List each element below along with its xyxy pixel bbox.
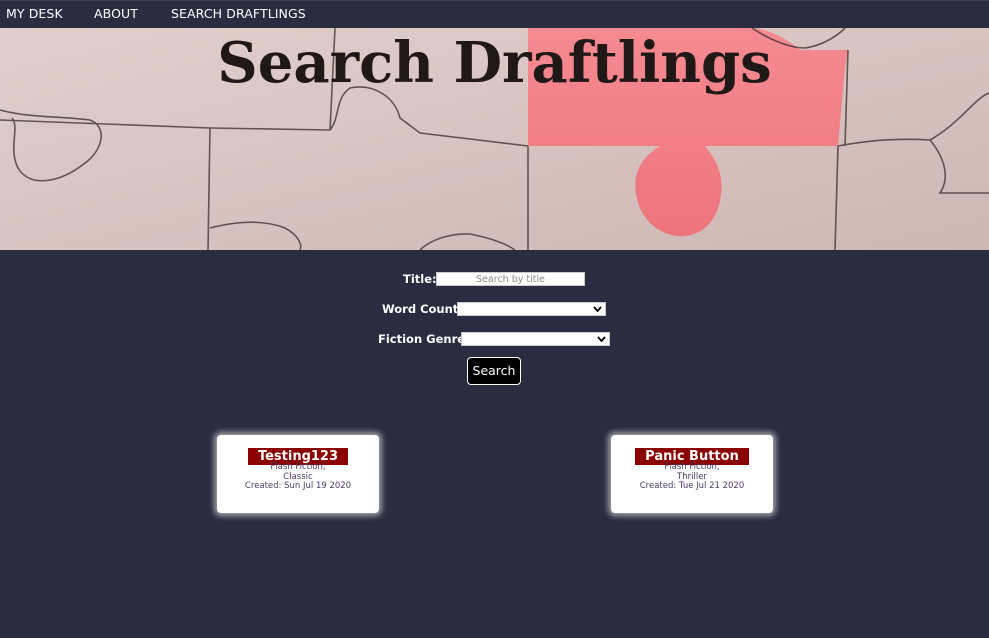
title-row: Title: xyxy=(0,272,989,290)
title-search-input[interactable] xyxy=(436,272,585,286)
chevron-down-icon xyxy=(597,336,606,343)
card-genre-line: Flash Fiction, xyxy=(270,462,326,472)
hero-banner: Search Draftlings xyxy=(0,28,989,250)
page-title: Search Draftlings xyxy=(217,30,772,96)
word-count-label: Word Count: xyxy=(382,302,463,316)
word-count-row: Word Count: xyxy=(0,302,989,320)
title-label: Title: xyxy=(403,272,437,286)
nav-link-my-desk[interactable]: MY DESK xyxy=(6,6,63,21)
nav-link-about[interactable]: ABOUT xyxy=(94,6,138,21)
card-created-date: Created: Tue Jul 21 2020 xyxy=(639,481,745,491)
result-card[interactable]: Testing123 Flash Fiction, Classic Create… xyxy=(217,435,379,513)
fiction-genre-select[interactable] xyxy=(461,332,610,346)
top-navbar: MY DESK ABOUT SEARCH DRAFTLINGS xyxy=(0,0,989,28)
chevron-down-icon xyxy=(593,306,602,313)
fiction-genre-row: Fiction Genre xyxy=(0,332,989,350)
card-created-date: Created: Sun Jul 19 2020 xyxy=(244,481,352,491)
result-card[interactable]: Panic Button Flash Fiction, Thriller Cre… xyxy=(611,435,773,513)
nav-link-search-draftlings[interactable]: SEARCH DRAFTLINGS xyxy=(171,6,306,21)
fiction-genre-label: Fiction Genre xyxy=(378,332,466,346)
word-count-select[interactable] xyxy=(457,302,606,316)
search-button[interactable]: Search xyxy=(467,357,521,385)
card-genre-line: Flash Fiction, xyxy=(664,462,720,472)
